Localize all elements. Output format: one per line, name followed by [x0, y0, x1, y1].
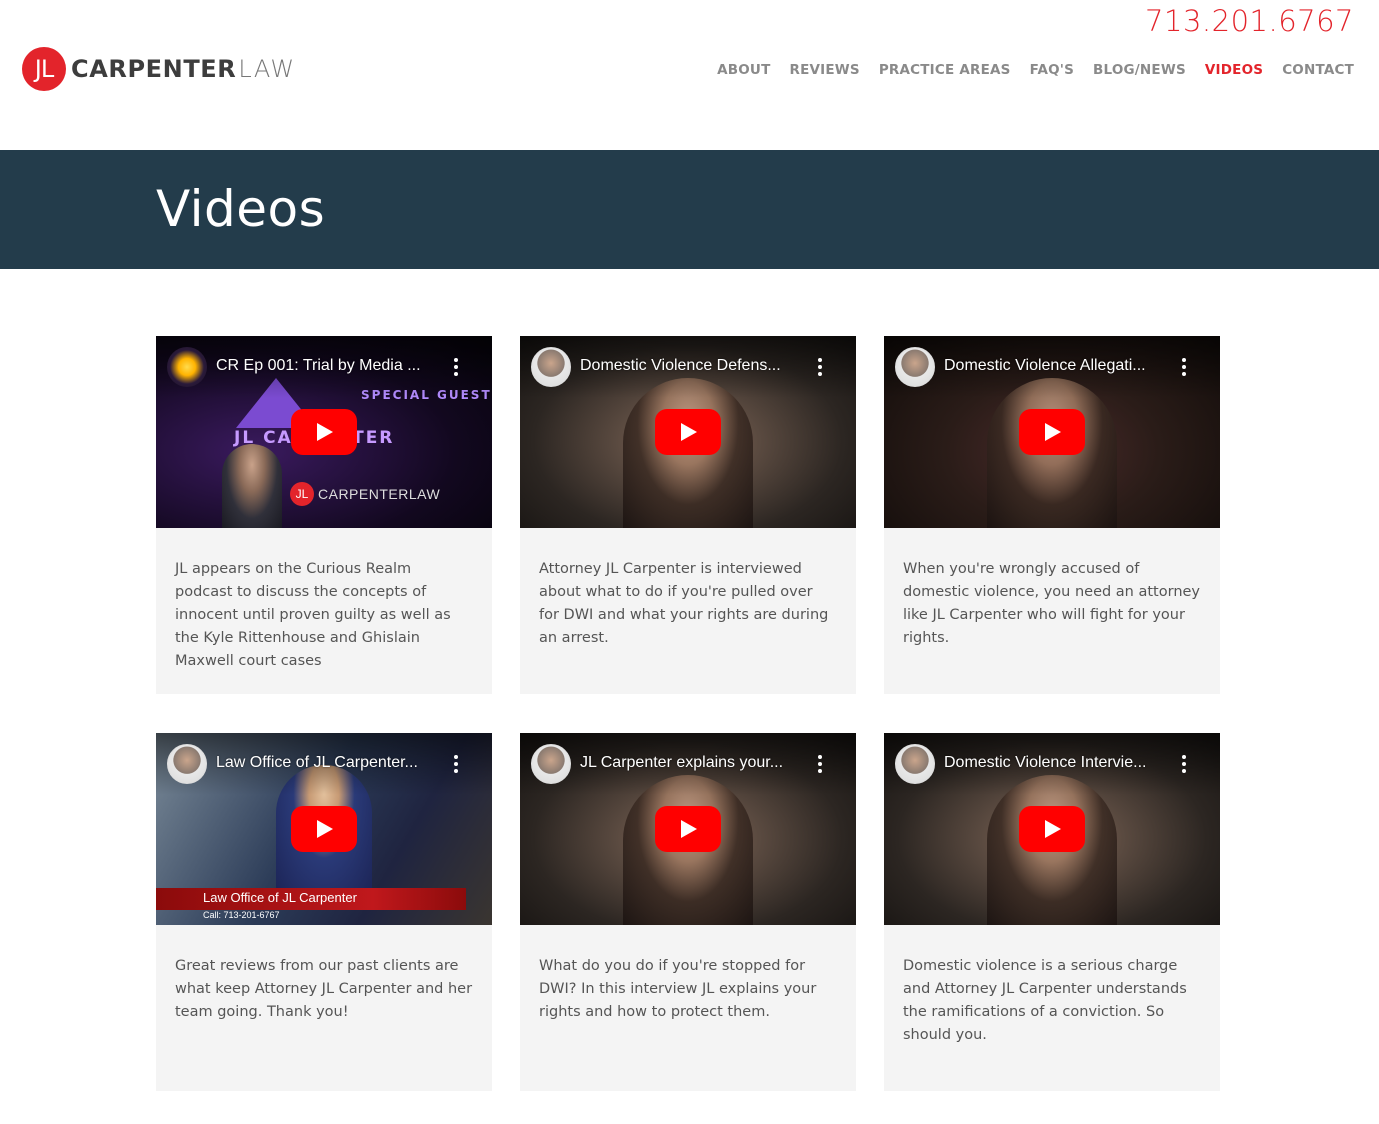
- video-card: JL Carpenter explains your... What do yo…: [520, 733, 856, 1091]
- logo-mark: JL: [22, 47, 66, 91]
- more-options-icon[interactable]: [1180, 358, 1188, 376]
- logo-word-law: LAW: [238, 55, 296, 83]
- more-options-icon[interactable]: [816, 358, 824, 376]
- video-description: Domestic violence is a serious charge an…: [903, 958, 1187, 1043]
- video-title[interactable]: Domestic Violence Intervie...: [944, 754, 1174, 772]
- youtube-play-button[interactable]: [655, 409, 721, 455]
- nav-blog-news[interactable]: BLOG/NEWS: [1093, 62, 1186, 78]
- lower-third-name: Law Office of JL Carpenter: [203, 890, 357, 905]
- video-title[interactable]: Domestic Violence Allegati...: [944, 357, 1174, 375]
- video-title[interactable]: Law Office of JL Carpenter...: [216, 754, 446, 772]
- thumbnail-brand-logo: JL CARPENTERLAW: [290, 482, 440, 506]
- video-embed[interactable]: Domestic Violence Defens...: [520, 336, 856, 528]
- video-grid: SPECIAL GUEST JL CARPENTER JL CARPENTERL…: [156, 336, 1220, 1091]
- video-embed[interactable]: JL Carpenter explains your...: [520, 733, 856, 925]
- video-title[interactable]: Domestic Violence Defens...: [580, 357, 810, 375]
- guest-photo: [222, 444, 282, 528]
- main-nav: ABOUT REVIEWS PRACTICE AREAS FAQ'S BLOG/…: [717, 62, 1354, 78]
- video-description: When you're wrongly accused of domestic …: [903, 561, 1201, 646]
- nav-about[interactable]: ABOUT: [717, 62, 770, 78]
- channel-avatar[interactable]: [531, 744, 571, 784]
- video-card: Domestic Violence Defens... Attorney JL …: [520, 336, 856, 694]
- video-description: JL appears on the Curious Realm podcast …: [175, 561, 451, 669]
- channel-avatar[interactable]: [167, 347, 207, 387]
- nav-videos[interactable]: VIDEOS: [1205, 62, 1263, 78]
- video-embed[interactable]: Law Office of JL Carpenter Call: 713-201…: [156, 733, 492, 925]
- channel-avatar[interactable]: [531, 347, 571, 387]
- nav-reviews[interactable]: REVIEWS: [790, 62, 860, 78]
- youtube-play-button[interactable]: [655, 806, 721, 852]
- youtube-play-button[interactable]: [291, 409, 357, 455]
- nav-practice-areas[interactable]: PRACTICE AREAS: [879, 62, 1011, 78]
- page-title: Videos: [156, 180, 326, 238]
- more-options-icon[interactable]: [452, 755, 460, 773]
- phone-number-link[interactable]: 713.201.6767: [1145, 4, 1354, 38]
- nav-faqs[interactable]: FAQ'S: [1030, 62, 1074, 78]
- video-card: Law Office of JL Carpenter Call: 713-201…: [156, 733, 492, 1091]
- channel-avatar[interactable]: [895, 347, 935, 387]
- brand-word: CARPENTERLAW: [318, 486, 441, 502]
- page-title-banner: Videos: [0, 150, 1379, 269]
- video-embed[interactable]: SPECIAL GUEST JL CARPENTER JL CARPENTERL…: [156, 336, 492, 528]
- youtube-play-button[interactable]: [1019, 806, 1085, 852]
- lower-third-call: Call: 713-201-6767: [203, 910, 280, 920]
- more-options-icon[interactable]: [816, 755, 824, 773]
- nav-contact[interactable]: CONTACT: [1282, 62, 1354, 78]
- brand-mark: JL: [290, 482, 314, 506]
- more-options-icon[interactable]: [1180, 755, 1188, 773]
- video-title[interactable]: JL Carpenter explains your...: [580, 754, 810, 772]
- site-header: 713.201.6767 JL CARPENTER LAW ABOUT REVI…: [0, 0, 1379, 150]
- video-description: Great reviews from our past clients are …: [175, 958, 473, 1020]
- video-card: Domestic Violence Allegati... When you'r…: [884, 336, 1220, 694]
- youtube-play-button[interactable]: [291, 806, 357, 852]
- channel-avatar[interactable]: [895, 744, 935, 784]
- video-embed[interactable]: Domestic Violence Allegati...: [884, 336, 1220, 528]
- video-title[interactable]: CR Ep 001: Trial by Media ...: [216, 357, 446, 375]
- video-embed[interactable]: Domestic Violence Intervie...: [884, 733, 1220, 925]
- video-card: SPECIAL GUEST JL CARPENTER JL CARPENTERL…: [156, 336, 492, 694]
- youtube-play-button[interactable]: [1019, 409, 1085, 455]
- video-description: What do you do if you're stopped for DWI…: [539, 958, 817, 1020]
- logo-word-carpenter: CARPENTER: [71, 55, 237, 83]
- video-card: Domestic Violence Intervie... Domestic v…: [884, 733, 1220, 1091]
- more-options-icon[interactable]: [452, 358, 460, 376]
- video-description: Attorney JL Carpenter is interviewed abo…: [539, 561, 829, 646]
- channel-avatar[interactable]: [167, 744, 207, 784]
- site-logo[interactable]: JL CARPENTER LAW: [22, 47, 296, 91]
